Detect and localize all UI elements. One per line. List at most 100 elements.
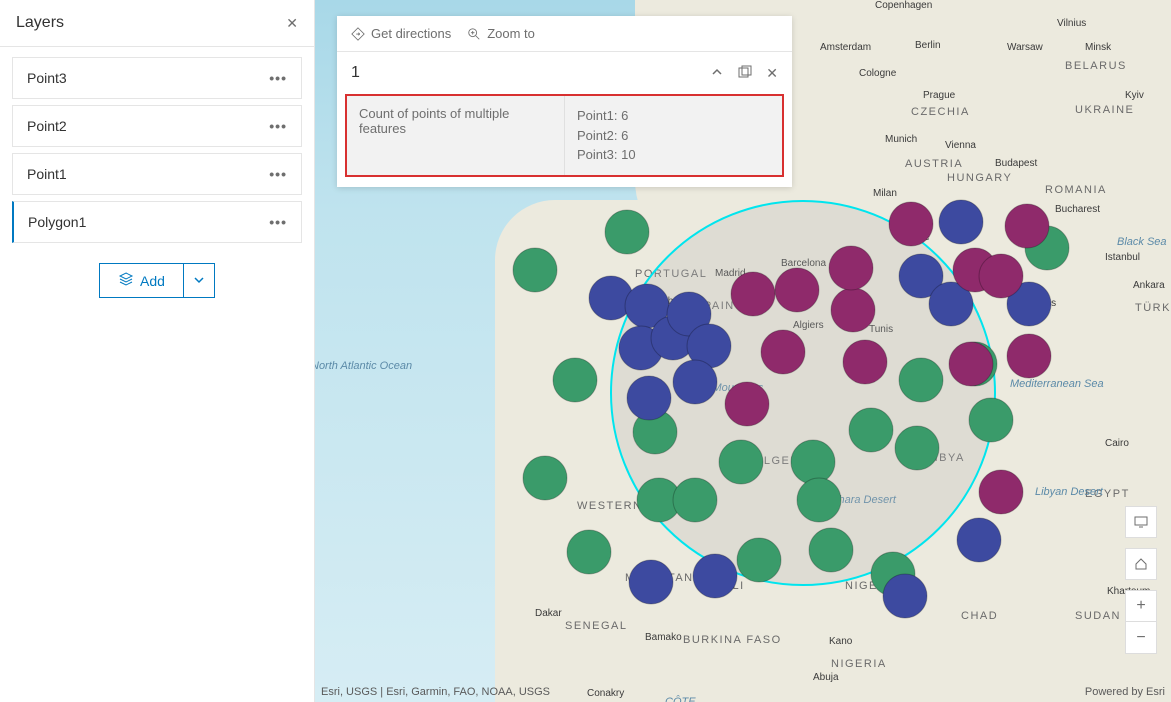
- map-label: MALI: [713, 580, 745, 592]
- map-label: BELARUS: [1065, 60, 1127, 72]
- layers-panel: Layers ✕ Point3•••Point2•••Point1•••Poly…: [0, 0, 315, 702]
- map-canvas[interactable]: Copenhagen Amsterdam Berlin Warsaw Vilnius Mi…: [315, 0, 1171, 702]
- map-label: SUDAN: [1075, 610, 1121, 622]
- map-label: Munich: [885, 134, 917, 145]
- close-icon[interactable]: ✕: [286, 15, 298, 32]
- map-label: Vilnius: [1057, 18, 1086, 29]
- map-label: NIGERIA: [831, 658, 887, 670]
- dock-button[interactable]: [738, 65, 752, 82]
- map-label: Amsterdam: [820, 42, 871, 53]
- more-icon[interactable]: •••: [269, 118, 287, 134]
- popup-actions: ✕: [710, 65, 778, 82]
- zoom-icon: [467, 27, 481, 41]
- map-label: Prague: [923, 90, 955, 101]
- map-label: Minsk: [1085, 42, 1111, 53]
- map-label: Mediterranean Sea: [1010, 378, 1104, 390]
- layer-name: Polygon1: [28, 214, 86, 230]
- map-label: HUNGARY: [947, 172, 1012, 184]
- add-layer-row: Add: [0, 263, 314, 298]
- home-icon: [1133, 556, 1149, 572]
- add-layer-button[interactable]: Add: [99, 263, 184, 298]
- more-icon[interactable]: •••: [269, 166, 287, 182]
- zoom-out-button[interactable]: −: [1125, 622, 1157, 654]
- dock-icon: [738, 65, 752, 79]
- add-layer-label: Add: [140, 273, 165, 289]
- home-button[interactable]: [1125, 548, 1157, 580]
- layers-icon: [118, 271, 134, 290]
- attribute-value-line: Point3: 10: [577, 145, 770, 165]
- map-label: Warsaw: [1007, 42, 1043, 53]
- map-label: UKRAINE: [1075, 104, 1134, 116]
- map-label: Dakar: [535, 608, 562, 619]
- map-label: AUSTRIA: [905, 158, 963, 170]
- chevron-down-icon: [194, 275, 204, 285]
- map-label: North Atlantic Ocean: [315, 360, 412, 372]
- map-label: Cairo: [1105, 438, 1129, 449]
- popup-toolbar: Get directions Zoom to: [337, 16, 792, 52]
- layers-header: Layers ✕: [0, 0, 314, 47]
- more-icon[interactable]: •••: [269, 70, 287, 86]
- map-label: MAURITANIA: [625, 572, 707, 584]
- zoom-in-button[interactable]: +: [1125, 590, 1157, 622]
- zoom-to-button[interactable]: Zoom to: [467, 26, 535, 41]
- map-controls: + −: [1125, 506, 1157, 654]
- map-label: Berlin: [915, 40, 941, 51]
- popup-header: 1 ✕: [337, 52, 792, 94]
- get-directions-label: Get directions: [371, 26, 451, 41]
- popup-title: 1: [351, 64, 360, 82]
- map-label: TÜRKİYE: [1135, 302, 1171, 314]
- feature-popup: Get directions Zoom to 1 ✕ Count of poin…: [337, 16, 792, 187]
- layer-name: Point3: [27, 70, 67, 86]
- map-label: Bamako: [645, 632, 682, 643]
- get-directions-button[interactable]: Get directions: [351, 26, 451, 41]
- map-label: Athens: [1025, 298, 1056, 309]
- monitor-icon: [1133, 514, 1149, 530]
- attribute-value: Point1: 6Point2: 6Point3: 10: [565, 96, 782, 175]
- layer-item-polygon1[interactable]: Polygon1 •••: [12, 201, 302, 243]
- map-label: CHAD: [961, 610, 998, 622]
- basemap-button[interactable]: [1125, 506, 1157, 538]
- zoom-to-label: Zoom to: [487, 26, 535, 41]
- map-attribution-right: Powered by Esri: [1085, 686, 1165, 698]
- directions-icon: [351, 27, 365, 41]
- map-label: SENEGAL: [565, 620, 627, 632]
- map-label: Milan: [873, 188, 897, 199]
- map-label: Ankara: [1133, 280, 1165, 291]
- map-label: Copenhagen: [875, 0, 932, 11]
- more-icon[interactable]: •••: [269, 214, 287, 230]
- map-label: Black Sea: [1117, 236, 1167, 248]
- map-label: Abuja: [813, 672, 839, 683]
- popup-body: Count of points of multiple features Poi…: [345, 94, 784, 177]
- map-label: Conakry: [587, 688, 624, 699]
- map-label: ROMANIA: [1045, 184, 1107, 196]
- map-label: Libyan Desert: [1035, 486, 1103, 498]
- layer-list: Point3 ••• Point2 ••• Point1 ••• Polygon1 •••: [0, 47, 314, 249]
- layers-title: Layers: [16, 14, 64, 32]
- map-label: BURKINA FASO: [683, 634, 782, 646]
- map-attribution: Esri, USGS | Esri, Garmin, FAO, NOAA, US…: [321, 686, 550, 698]
- map-label: Kano: [829, 636, 852, 647]
- attribute-row: Count of points of multiple features Poi…: [347, 96, 782, 175]
- layer-item-point3[interactable]: Point3 •••: [12, 57, 302, 99]
- previous-feature-button[interactable]: [710, 65, 724, 82]
- add-layer-dropdown[interactable]: [184, 263, 215, 298]
- attribute-key: Count of points of multiple features: [347, 96, 565, 175]
- map-label: CZECHIA: [911, 106, 970, 118]
- layer-name: Point1: [27, 166, 67, 182]
- layer-item-point2[interactable]: Point2 •••: [12, 105, 302, 147]
- map-label: NIGER: [845, 580, 887, 592]
- chevron-up-icon: [710, 65, 724, 79]
- map-label: Vienna: [945, 140, 976, 151]
- map-label: Istanbul: [1105, 252, 1140, 263]
- map-label: Budapest: [995, 158, 1037, 169]
- layer-item-point1[interactable]: Point1 •••: [12, 153, 302, 195]
- attribute-value-line: Point2: 6: [577, 126, 770, 146]
- map-label: Cologne: [859, 68, 896, 79]
- map-label: Bucharest: [1055, 204, 1100, 215]
- selection-circle: [610, 200, 996, 586]
- attribute-value-line: Point1: 6: [577, 106, 770, 126]
- map-label: Kyiv: [1125, 90, 1144, 101]
- map-label: CÔTE: [665, 696, 696, 702]
- layer-name: Point2: [27, 118, 67, 134]
- close-popup-button[interactable]: ✕: [766, 65, 778, 82]
